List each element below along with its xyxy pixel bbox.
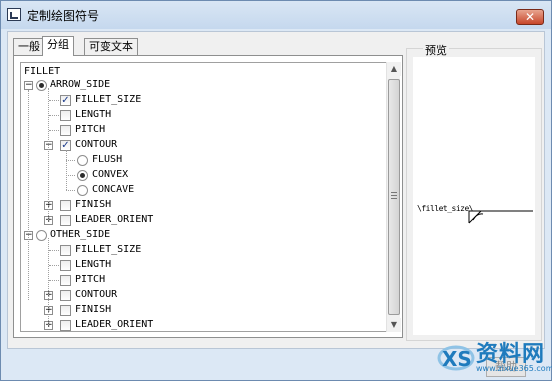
tree-connector [49,100,59,101]
tree-item-label: FILLET_SIZE [75,94,142,105]
tree-item-contour[interactable]: + CONTOUR [21,287,381,302]
tree-item-label: FILLET_SIZE [75,244,142,255]
tree-group-label: ARROW_SIDE [50,79,111,90]
tree-connector [66,190,75,191]
item-checkbox[interactable] [60,215,71,226]
tree-connector [28,90,29,300]
tree-connector [48,88,49,220]
collapse-icon[interactable]: − [24,81,33,90]
tree-group-arrow-side[interactable]: − ARROW_SIDE [21,77,381,92]
tree-item-label: PITCH [75,274,106,285]
tree-item-pitch[interactable]: PITCH [21,122,381,137]
item-checkbox[interactable] [60,260,71,271]
tree-option-flush[interactable]: FLUSH [21,152,381,167]
tree-item-fillet-size[interactable]: FILLET_SIZE [21,242,381,257]
watermark-url: www.zixue365.com [476,364,552,373]
tree-option-label: CONCAVE [92,184,135,195]
tree-connector [66,160,75,161]
tree-group-other-side[interactable]: − OTHER_SIDE [21,227,381,242]
item-checkbox[interactable] [60,320,71,331]
item-checkbox[interactable] [60,290,71,301]
item-checkbox[interactable] [60,125,71,136]
tree-item-finish[interactable]: + FINISH [21,197,381,212]
symbol-group-tree[interactable]: FILLET − ARROW_SIDE ✓ FILLET_SIZE LENGTH PITC… [20,62,390,332]
item-checkbox[interactable] [60,110,71,121]
scroll-down-arrow-icon[interactable]: ▼ [387,318,401,332]
tree-connector [49,250,59,251]
grip-icon [391,192,397,199]
tree-item-fillet-size[interactable]: ✓ FILLET_SIZE [21,92,381,107]
tree-option-convex[interactable]: CONVEX [21,167,381,182]
tree-item-label: FINISH [75,199,112,210]
item-checkbox[interactable] [60,200,71,211]
tab-variable-text[interactable]: 可变文本 [84,38,138,55]
preview-canvas: \fillet_size\ [413,57,535,335]
svg-text:XS: XS [442,347,472,371]
tree-scrollbar[interactable]: ▲ ▼ [386,62,401,332]
scroll-up-arrow-icon[interactable]: ▲ [387,62,401,76]
tree-item-label: LEADER_ORIENT [75,319,154,330]
app-icon [7,8,21,21]
dialog-body: 一般 分组 可变文本 FILLET − ARROW_SIDE ✓ FILLET_SIZ… [7,31,545,349]
close-button[interactable]: ✕ [516,9,544,25]
tree-option-concave[interactable]: CONCAVE [21,182,381,197]
group-radio[interactable] [36,80,47,91]
tree-item-label: CONTOUR [75,139,118,150]
tree-item-label: CONTOUR [75,289,118,300]
tree-connector [66,175,75,176]
preview-label: 预览 [423,42,449,58]
preview-group: 预览 \fillet_size\ [406,42,542,341]
item-checkbox[interactable] [60,305,71,316]
tree-option-label: FLUSH [92,154,123,165]
tree-item-finish[interactable]: + FINISH [21,302,381,317]
item-checkbox[interactable] [60,275,71,286]
group-radio[interactable] [36,230,47,241]
tab-grouping[interactable]: 分组 [42,36,74,56]
tree-item-leader-orient[interactable]: + LEADER_ORIENT [21,212,381,227]
item-checkbox[interactable] [60,245,71,256]
weld-symbol-drawing [468,210,533,224]
option-radio[interactable] [77,185,88,196]
tree-item-label: LENGTH [75,259,112,270]
watermark-logo: XS 资料网 www.zixue365.com [436,334,552,381]
tree-item-contour[interactable]: − ✓ CONTOUR [21,137,381,152]
title-bar[interactable]: 定制绘图符号 ✕ [1,1,551,29]
tree-option-label: CONVEX [92,169,129,180]
tree-connector [49,130,59,131]
tree-connector [66,150,67,190]
window-title: 定制绘图符号 [27,9,100,23]
tree-item-label: LEADER_ORIENT [75,214,154,225]
tree-item-length[interactable]: LENGTH [21,257,381,272]
tab-general[interactable]: 一般 [13,38,45,55]
tree-group-label: OTHER_SIDE [50,229,111,240]
tree-connector [48,238,49,325]
tree-item-pitch[interactable]: PITCH [21,272,381,287]
tree-connector [49,280,59,281]
watermark-swirl-icon: XS [437,345,475,371]
tree-item-label: PITCH [75,124,106,135]
scroll-thumb[interactable] [388,79,400,315]
grouping-tab-panel: FILLET − ARROW_SIDE ✓ FILLET_SIZE LENGTH PITC… [13,55,403,338]
tree-item-label: FINISH [75,304,112,315]
option-radio[interactable] [77,155,88,166]
tree-root-label: FILLET [24,66,61,77]
tree-item-leader-orient[interactable]: + LEADER_ORIENT [21,317,381,332]
tree-connector [49,265,59,266]
dialog-window: 定制绘图符号 ✕ 一般 分组 可变文本 FILLET − ARROW_SIDE ✓ F… [0,0,552,381]
item-checkbox[interactable]: ✓ [60,95,71,106]
tree-connector [49,115,59,116]
option-radio[interactable] [77,170,88,181]
tree-item-length[interactable]: LENGTH [21,107,381,122]
tree-item-label: LENGTH [75,109,112,120]
